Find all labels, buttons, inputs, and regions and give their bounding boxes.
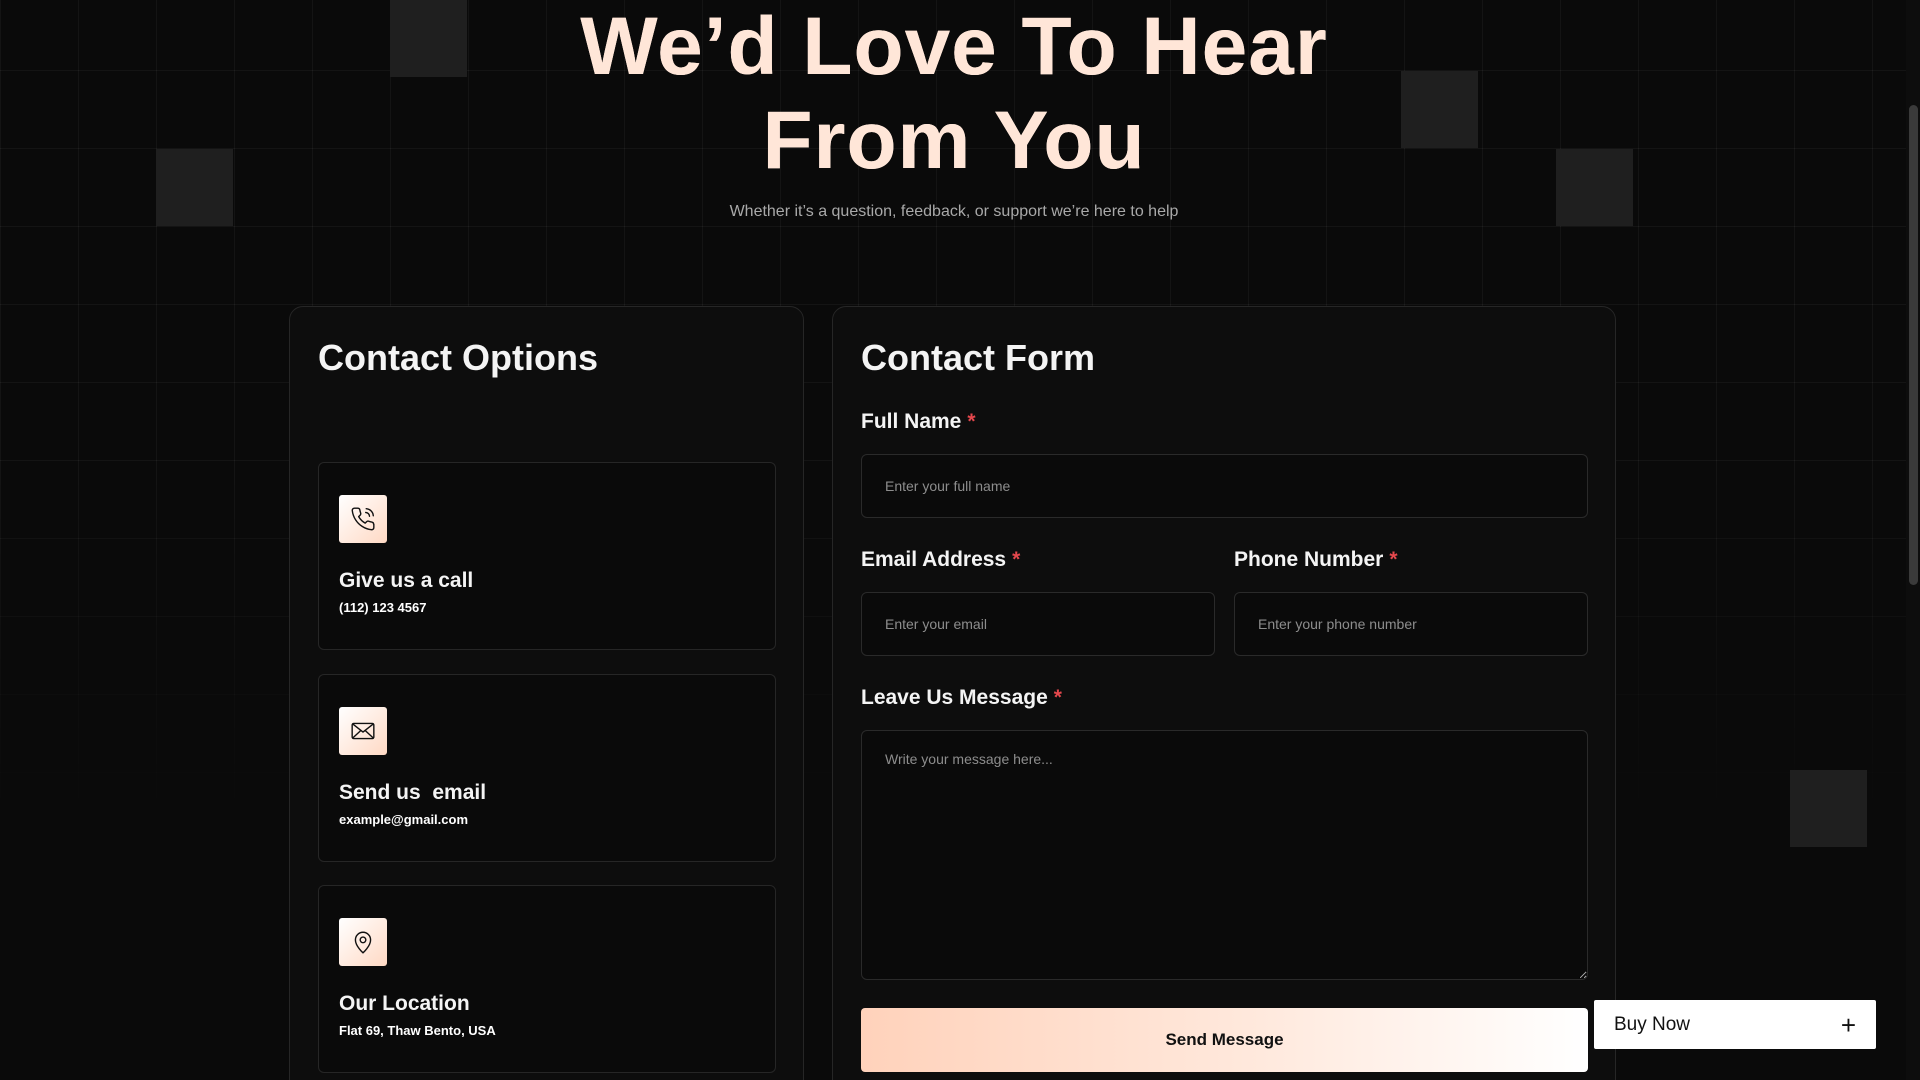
option-call-value: (112) 123 4567 xyxy=(339,600,427,615)
hero-title-line1: We’d Love To Hear xyxy=(580,1,1328,92)
option-location-title: Our Location xyxy=(339,992,470,1015)
required-marker: * xyxy=(967,410,976,433)
phone-label: Phone Number * xyxy=(1234,548,1398,572)
hero-title: We’d Love To Hear From You xyxy=(0,0,1908,188)
page-scrollbar[interactable] xyxy=(1906,0,1920,1080)
send-message-button[interactable]: Send Message xyxy=(861,1008,1588,1072)
email-label-text: Email Address xyxy=(861,548,1007,571)
option-email-title: Send us email xyxy=(339,781,487,804)
required-marker: * xyxy=(1389,548,1398,571)
option-location[interactable]: Our Location Flat 69, Thaw Bento, USA xyxy=(318,885,776,1073)
phone-icon xyxy=(339,495,387,543)
buy-now-label: Buy Now xyxy=(1614,1013,1691,1035)
option-email[interactable]: Send us email example@gmail.com xyxy=(318,674,776,862)
required-marker: * xyxy=(1012,548,1021,571)
email-input[interactable] xyxy=(861,592,1215,656)
location-pin-icon xyxy=(339,918,387,966)
scrollbar-thumb[interactable] xyxy=(1909,105,1918,585)
grid-tile xyxy=(1790,770,1867,847)
contact-form-card: Contact Form Full Name* Email Address* P… xyxy=(832,306,1616,1080)
contact-page: We’d Love To Hear From You Whether it’s … xyxy=(0,0,1920,1080)
email-label: Email Address * xyxy=(861,548,1020,572)
buy-now-button[interactable]: Buy Now + xyxy=(1594,1000,1876,1049)
full-name-label-text: Full Name xyxy=(861,410,962,433)
required-marker: * xyxy=(1053,686,1062,709)
contact-form-title: Contact Form xyxy=(861,337,1095,378)
hero-subtitle: Whether it’s a question, feedback, or su… xyxy=(729,203,1179,220)
message-textarea[interactable] xyxy=(861,730,1588,980)
full-name-input[interactable] xyxy=(861,454,1588,518)
message-label-text: Leave Us Message xyxy=(861,686,1048,709)
message-label: Leave Us Message * xyxy=(861,686,1062,710)
contact-options-title: Contact Options xyxy=(318,337,598,378)
mail-icon xyxy=(339,707,387,755)
option-call-title: Give us a call xyxy=(339,569,474,592)
option-location-value: Flat 69, Thaw Bento, USA xyxy=(339,1023,496,1038)
phone-label-text: Phone Number xyxy=(1234,548,1384,571)
full-name-label: Full Name * xyxy=(861,410,976,434)
plus-icon: + xyxy=(1840,1009,1856,1040)
phone-input[interactable] xyxy=(1234,592,1588,656)
contact-options-card: Contact Options Give us a call (112) 123… xyxy=(289,306,804,1080)
option-call[interactable]: Give us a call (112) 123 4567 xyxy=(318,462,776,650)
option-email-value: example@gmail.com xyxy=(339,812,469,827)
hero-title-line2: From You xyxy=(762,95,1146,186)
